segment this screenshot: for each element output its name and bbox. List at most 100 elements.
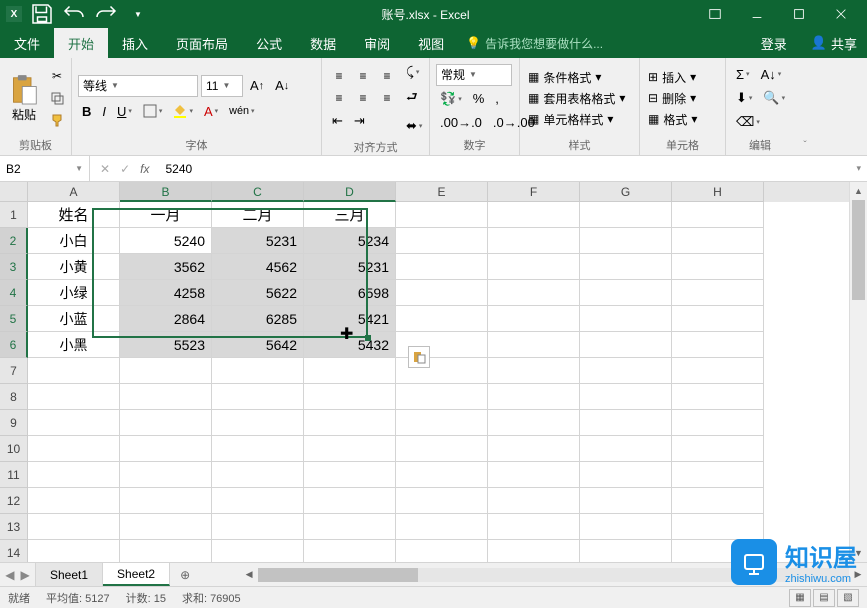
cell[interactable] xyxy=(304,462,396,488)
row-header[interactable]: 9 xyxy=(0,410,28,436)
cell[interactable] xyxy=(672,228,764,254)
border-button[interactable]: ▾ xyxy=(139,101,167,121)
maximize-icon[interactable] xyxy=(779,0,819,28)
fill-color-button[interactable]: ▾ xyxy=(169,101,197,121)
cell[interactable] xyxy=(672,436,764,462)
cell[interactable] xyxy=(304,436,396,462)
cell[interactable]: 3562 xyxy=(120,254,212,280)
select-all-button[interactable] xyxy=(0,182,28,202)
cell[interactable] xyxy=(672,202,764,228)
cell[interactable] xyxy=(120,436,212,462)
scroll-up-icon[interactable]: ▲ xyxy=(850,182,867,200)
cell[interactable] xyxy=(304,540,396,562)
close-icon[interactable] xyxy=(821,0,861,28)
cell[interactable] xyxy=(120,384,212,410)
scroll-down-icon[interactable]: ▼ xyxy=(850,544,867,562)
row-header[interactable]: 6 xyxy=(0,332,28,358)
cell[interactable] xyxy=(396,254,488,280)
row-header[interactable]: 3 xyxy=(0,254,28,280)
cell[interactable] xyxy=(580,436,672,462)
format-painter-icon[interactable] xyxy=(46,110,68,130)
sheet-nav[interactable]: ◀▶ xyxy=(0,563,36,586)
cell[interactable]: 5234 xyxy=(304,228,396,254)
cell[interactable] xyxy=(580,462,672,488)
cell[interactable] xyxy=(212,514,304,540)
align-left-icon[interactable]: ≡ xyxy=(328,88,350,108)
cell[interactable]: 5622 xyxy=(212,280,304,306)
row-header[interactable]: 13 xyxy=(0,514,28,540)
cell[interactable] xyxy=(580,332,672,358)
tab-insert[interactable]: 插入 xyxy=(108,28,162,58)
align-right-icon[interactable]: ≡ xyxy=(376,88,398,108)
cell[interactable] xyxy=(396,306,488,332)
cell[interactable] xyxy=(488,384,580,410)
sheet-tab[interactable]: Sheet1 xyxy=(36,563,103,586)
col-header[interactable]: B xyxy=(120,182,212,202)
sort-filter-icon[interactable]: A↓▾ xyxy=(757,64,786,85)
cell[interactable]: 6285 xyxy=(212,306,304,332)
insert-cells-button[interactable]: ⊞插入▾ xyxy=(646,68,699,87)
cell[interactable] xyxy=(580,254,672,280)
cell[interactable] xyxy=(488,462,580,488)
page-break-view-icon[interactable]: ▧ xyxy=(837,589,859,607)
cell-styles-button[interactable]: ▦单元格样式▾ xyxy=(526,110,627,129)
next-sheet-icon[interactable]: ▶ xyxy=(21,568,30,582)
underline-button[interactable]: U▾ xyxy=(113,101,136,122)
cell[interactable] xyxy=(396,280,488,306)
merge-center-icon[interactable]: ⬌▾ xyxy=(402,115,426,137)
align-center-icon[interactable]: ≡ xyxy=(352,88,374,108)
col-header[interactable]: A xyxy=(28,182,120,202)
cell[interactable] xyxy=(488,280,580,306)
row-header[interactable]: 5 xyxy=(0,306,28,332)
cell[interactable] xyxy=(488,410,580,436)
cell[interactable] xyxy=(120,462,212,488)
cell[interactable] xyxy=(672,410,764,436)
row-header[interactable]: 2 xyxy=(0,228,28,254)
cell[interactable] xyxy=(28,540,120,562)
decrease-indent-icon[interactable]: ⇤ xyxy=(328,110,347,132)
paste-options-button[interactable] xyxy=(408,346,430,368)
cell[interactable] xyxy=(580,488,672,514)
row-header[interactable]: 10 xyxy=(0,436,28,462)
cell[interactable]: 5432 xyxy=(304,332,396,358)
cell[interactable] xyxy=(672,306,764,332)
cell[interactable] xyxy=(396,540,488,562)
cell[interactable] xyxy=(396,488,488,514)
font-color-button[interactable]: A▾ xyxy=(200,101,222,122)
cell[interactable]: 2864 xyxy=(120,306,212,332)
cell[interactable]: 5240 xyxy=(120,228,212,254)
cell[interactable] xyxy=(304,410,396,436)
cancel-formula-icon[interactable]: ✕ xyxy=(100,162,110,176)
cell[interactable] xyxy=(396,462,488,488)
cell[interactable] xyxy=(212,410,304,436)
expand-formula-bar-icon[interactable]: ▾ xyxy=(850,163,867,174)
cell[interactable] xyxy=(212,540,304,562)
cell[interactable] xyxy=(120,358,212,384)
cell[interactable] xyxy=(212,384,304,410)
bold-button[interactable]: B xyxy=(78,101,95,122)
row-header[interactable]: 12 xyxy=(0,488,28,514)
cell[interactable] xyxy=(28,462,120,488)
cell[interactable] xyxy=(488,436,580,462)
undo-icon[interactable] xyxy=(62,2,86,26)
row-header[interactable]: 7 xyxy=(0,358,28,384)
align-top-icon[interactable]: ≡ xyxy=(328,66,350,86)
cell[interactable] xyxy=(672,384,764,410)
wrap-text-icon[interactable]: ⮐ xyxy=(402,85,426,113)
cell[interactable] xyxy=(304,384,396,410)
decrease-font-icon[interactable]: A↓ xyxy=(271,75,293,96)
align-bottom-icon[interactable]: ≡ xyxy=(376,66,398,86)
cell[interactable] xyxy=(580,410,672,436)
clear-icon[interactable]: ⌫▾ xyxy=(732,111,764,133)
cell[interactable] xyxy=(580,228,672,254)
cell[interactable] xyxy=(580,202,672,228)
fill-handle[interactable] xyxy=(365,335,371,341)
new-sheet-button[interactable]: ⊕ xyxy=(170,563,200,586)
cell[interactable]: 姓名 xyxy=(28,202,120,228)
col-header[interactable]: D xyxy=(304,182,396,202)
cell[interactable] xyxy=(580,306,672,332)
horizontal-scrollbar[interactable]: ◀ ▶ xyxy=(240,563,867,586)
tab-formulas[interactable]: 公式 xyxy=(242,28,296,58)
cell[interactable] xyxy=(396,436,488,462)
cell[interactable] xyxy=(396,384,488,410)
